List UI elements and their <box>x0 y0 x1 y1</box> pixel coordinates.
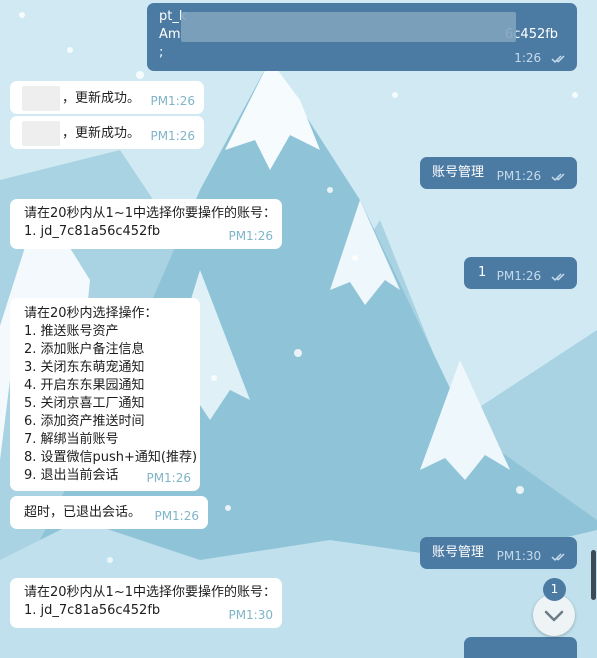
message-time: PM1:26 <box>228 229 273 243</box>
message-meta: PM1:30 <box>497 549 568 563</box>
menu-option-line: 5. 关闭京喜工厂通知 <box>24 396 145 411</box>
message-text-line: 请在20秒内从1~1中选择你要操作的账号： <box>24 206 276 221</box>
double-check-icon <box>551 54 565 63</box>
menu-option-line: 1. 推送账号资产 <box>24 324 119 339</box>
message-meta: PM1:26 <box>150 129 195 143</box>
message-text-line: ，更新成功。 <box>62 126 141 141</box>
unread-count-badge: 1 <box>543 578 566 601</box>
double-check-icon <box>551 272 565 281</box>
message-meta: PM1:26 <box>228 229 273 243</box>
message-time: PM1:30 <box>228 608 273 622</box>
incoming-message[interactable]: 请在20秒内从1~1中选择你要操作的账号： 1. jd_7c81a56c452f… <box>10 199 282 249</box>
menu-option-line: 3. 关闭东东萌宠通知 <box>24 360 145 375</box>
menu-option-line: 2. 添加账户备注信息 <box>24 342 145 357</box>
outgoing-message[interactable]: 账号管理 PM1:30 <box>420 537 577 569</box>
menu-option-line: 6. 添加资产推送时间 <box>24 414 145 429</box>
redacted-avatar <box>22 86 60 111</box>
incoming-message[interactable]: ，更新成功。 PM1:26 <box>10 81 204 114</box>
message-time: PM1:26 <box>496 169 542 183</box>
menu-option-line: 8. 设置微信push+通知(推荐) <box>24 450 198 465</box>
message-meta: PM1:26 <box>150 94 195 108</box>
message-meta: PM1:30 <box>228 608 273 622</box>
message-time: 1:26 <box>514 51 542 65</box>
scrollbar-thumb[interactable] <box>591 550 596 600</box>
menu-option-line: 4. 开启东东果园通知 <box>24 378 145 393</box>
outgoing-message[interactable]: 账号管理 PM1:26 <box>420 157 577 189</box>
menu-option-line: 7. 解绑当前账号 <box>24 432 119 447</box>
redacted-block <box>181 12 516 42</box>
message-meta: PM1:26 <box>497 169 568 183</box>
message-time: PM1:30 <box>496 549 542 563</box>
message-meta: 1:26 <box>514 51 568 65</box>
incoming-message[interactable]: 超时，已退出会话。 PM1:26 <box>10 496 208 529</box>
outgoing-message[interactable]: pt_k Am ; 6c452fb 1:26 <box>147 3 577 71</box>
message-text-line: 请在20秒内选择操作： <box>24 306 158 321</box>
message-meta: PM1:26 <box>497 269 568 283</box>
message-time: PM1:26 <box>496 269 542 283</box>
double-check-icon <box>551 552 565 561</box>
message-text-line: ; <box>159 45 164 60</box>
incoming-message[interactable]: 请在20秒内选择操作： 1. 推送账号资产 2. 添加账户备注信息 3. 关闭东… <box>10 298 200 491</box>
incoming-message[interactable]: ，更新成功。 PM1:26 <box>10 116 204 149</box>
message-text-line: 请在20秒内从1~1中选择你要操作的账号： <box>24 585 276 600</box>
message-time: PM1:26 <box>150 94 195 108</box>
message-time: PM1:26 <box>146 471 191 485</box>
message-time: PM1:26 <box>150 129 195 143</box>
outgoing-message[interactable]: 1 PM1:26 <box>464 257 577 289</box>
double-check-icon <box>551 172 565 181</box>
message-text-line: ，更新成功。 <box>62 91 141 106</box>
redacted-avatar <box>22 121 60 146</box>
message-meta: PM1:26 <box>146 471 191 485</box>
message-meta: PM1:26 <box>154 509 199 523</box>
incoming-message[interactable]: 请在20秒内从1~1中选择你要操作的账号： 1. jd_7c81a56c452f… <box>10 578 282 628</box>
message-time: PM1:26 <box>154 509 199 523</box>
outgoing-message-partial[interactable] <box>464 637 577 658</box>
